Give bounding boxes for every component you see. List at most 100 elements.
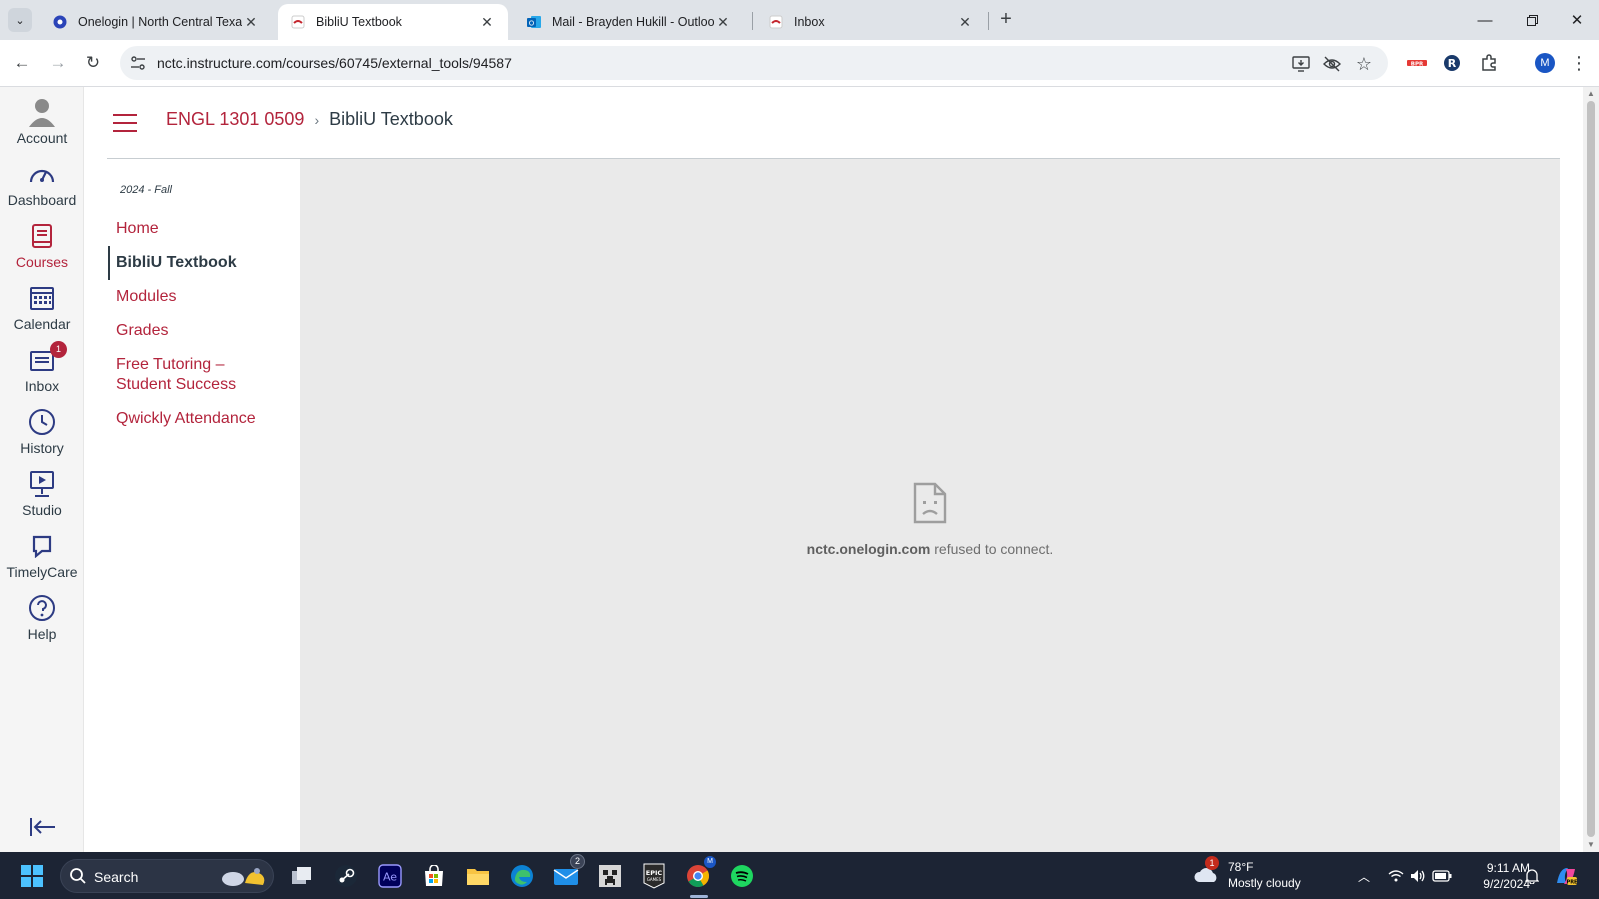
global-nav: Account Dashboard Courses Calendar 1 Inb… xyxy=(0,87,84,852)
breadcrumb-course-link[interactable]: ENGL 1301 0509 xyxy=(166,109,304,130)
collapse-nav-icon[interactable] xyxy=(28,815,58,839)
profile-initial: M xyxy=(1535,53,1555,73)
spotify-icon[interactable] xyxy=(726,860,758,892)
task-view-icon[interactable] xyxy=(286,860,318,892)
course-nav-qwickly-attendance[interactable]: Qwickly Attendance xyxy=(108,402,298,436)
site-info-icon[interactable] xyxy=(128,53,148,73)
global-nav-help[interactable]: Help xyxy=(0,593,84,655)
taskbar-search-label: Search xyxy=(94,869,139,885)
taskbar: Search Ae 2 EPIC GAMES M 1 78°F Mostly c… xyxy=(0,852,1599,899)
global-nav-label: Dashboard xyxy=(7,192,77,208)
tab-divider xyxy=(988,12,989,30)
tab-bibliu[interactable]: BibliU Textbook ✕ xyxy=(278,4,508,40)
install-app-icon[interactable] xyxy=(1290,53,1312,75)
global-nav-label: Calendar xyxy=(13,316,71,332)
new-tab-button[interactable]: + xyxy=(994,8,1018,32)
course-menu-toggle[interactable] xyxy=(113,114,137,134)
onelogin-favicon-icon xyxy=(52,14,68,30)
close-tab-icon[interactable]: ✕ xyxy=(714,14,732,31)
course-nav-free-tutoring[interactable]: Free Tutoring – Student Success xyxy=(108,348,258,402)
external-tool-frame: nctc.onelogin.com refused to connect. xyxy=(300,159,1560,852)
inbox-unread-badge: 1 xyxy=(50,341,67,358)
search-highlight-icon xyxy=(219,865,269,894)
course-nav-modules[interactable]: Modules xyxy=(108,280,298,314)
close-window-button[interactable]: ✕ xyxy=(1565,8,1589,32)
global-nav-dashboard[interactable]: Dashboard xyxy=(0,159,84,221)
profile-avatar[interactable]: M xyxy=(1532,50,1558,76)
tab-label: Inbox xyxy=(794,15,825,29)
extensions-puzzle-icon[interactable] xyxy=(1476,50,1502,76)
help-icon xyxy=(27,593,57,623)
close-tab-icon[interactable]: ✕ xyxy=(242,14,260,31)
show-hidden-icons-chevron-icon[interactable]: ︿ xyxy=(1348,860,1380,892)
svg-text:BPR: BPR xyxy=(1411,61,1424,67)
microsoft-store-icon[interactable] xyxy=(418,860,450,892)
extension-r-icon[interactable]: R xyxy=(1439,50,1465,76)
after-effects-icon[interactable]: Ae xyxy=(374,860,406,892)
breadcrumb-separator-icon: › xyxy=(314,111,320,128)
chrome-icon[interactable]: M xyxy=(682,856,716,892)
active-app-indicator xyxy=(690,895,708,898)
sad-document-icon xyxy=(912,481,948,525)
page-scrollbar[interactable]: ▲ ▼ xyxy=(1583,87,1599,852)
edge-icon[interactable] xyxy=(506,860,538,892)
tab-inbox[interactable]: Inbox ✕ xyxy=(756,4,986,40)
url-text: nctc.instructure.com/courses/60745/exter… xyxy=(157,55,512,71)
global-nav-inbox[interactable]: 1 Inbox xyxy=(0,341,84,407)
global-nav-calendar[interactable]: Calendar xyxy=(0,283,84,345)
global-nav-account[interactable]: Account xyxy=(0,97,84,159)
weather-temperature: 78°F xyxy=(1228,860,1254,874)
course-nav-home[interactable]: Home xyxy=(108,212,298,246)
forward-button[interactable]: → xyxy=(45,50,71,76)
extension-bpr-icon[interactable]: BPR xyxy=(1404,50,1430,76)
browser-menu-icon[interactable]: ⋮ xyxy=(1566,50,1592,76)
course-nav-grades[interactable]: Grades xyxy=(108,314,298,348)
global-nav-label: Inbox xyxy=(24,378,60,394)
global-nav-courses[interactable]: Courses xyxy=(0,221,84,283)
notification-bell-icon[interactable] xyxy=(1516,860,1548,892)
taskbar-search[interactable]: Search xyxy=(60,859,274,893)
windows-start-icon[interactable] xyxy=(16,860,48,892)
bookmark-star-icon[interactable]: ☆ xyxy=(1353,53,1375,75)
global-nav-history[interactable]: History xyxy=(0,407,84,469)
timelycare-icon xyxy=(27,531,57,561)
address-bar[interactable]: nctc.instructure.com/courses/60745/exter… xyxy=(120,46,1388,80)
frame-error-host: nctc.onelogin.com xyxy=(806,541,931,557)
svg-text:R: R xyxy=(1448,57,1457,70)
course-term: 2024 - Fall xyxy=(120,184,172,196)
svg-text:PRE: PRE xyxy=(1567,880,1578,886)
minimize-button[interactable]: — xyxy=(1473,8,1497,32)
scroll-down-icon[interactable]: ▼ xyxy=(1583,838,1599,852)
breadcrumb-current: BibliU Textbook xyxy=(329,109,453,129)
back-button[interactable]: ← xyxy=(9,50,35,76)
epic-games-icon[interactable]: EPIC GAMES xyxy=(638,860,670,892)
tab-onelogin[interactable]: Onelogin | North Central Texas ✕ xyxy=(40,4,272,40)
scroll-up-icon[interactable]: ▲ xyxy=(1583,87,1599,101)
scrollbar-thumb[interactable] xyxy=(1587,101,1595,837)
tab-label: BibliU Textbook xyxy=(316,15,402,29)
tab-search-button[interactable]: ⌄ xyxy=(8,8,32,32)
eye-off-icon[interactable] xyxy=(1321,53,1343,75)
frame-error-message: nctc.onelogin.com refused to connect. xyxy=(300,541,1560,557)
inbox-icon: 1 xyxy=(27,341,67,375)
tab-divider xyxy=(752,12,753,30)
mail-count-badge: 2 xyxy=(570,854,585,869)
global-nav-label: Help xyxy=(27,626,57,642)
global-nav-timelycare[interactable]: TimelyCare xyxy=(0,531,84,593)
steam-icon[interactable] xyxy=(330,860,362,892)
restore-button[interactable] xyxy=(1520,8,1544,32)
tab-outlook[interactable]: O Mail - Brayden Hukill - Outlook ✕ xyxy=(514,4,744,40)
svg-text:GAMES: GAMES xyxy=(647,877,662,882)
canvas-favicon-icon xyxy=(290,14,306,30)
minecraft-icon[interactable] xyxy=(594,860,626,892)
close-tab-icon[interactable]: ✕ xyxy=(478,14,496,31)
course-nav-bibliu-textbook[interactable]: BibliU Textbook xyxy=(108,246,298,280)
global-nav-studio[interactable]: Studio xyxy=(0,469,84,531)
close-tab-icon[interactable]: ✕ xyxy=(956,14,974,31)
copilot-icon[interactable]: PRE xyxy=(1550,860,1582,892)
canvas-favicon-icon xyxy=(768,14,784,30)
mail-app-icon[interactable]: 2 xyxy=(550,854,585,892)
reload-button[interactable]: ↻ xyxy=(80,50,106,76)
global-nav-label: TimelyCare xyxy=(6,564,78,580)
file-explorer-icon[interactable] xyxy=(462,860,494,892)
